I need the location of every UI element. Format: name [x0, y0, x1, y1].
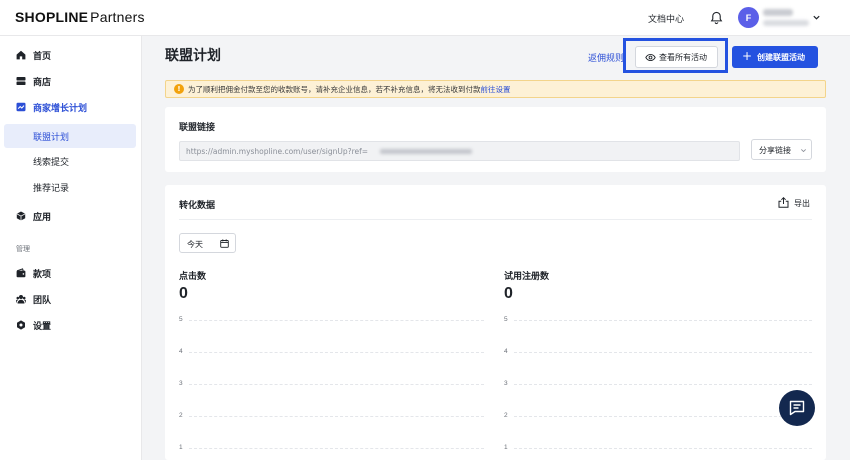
- section-label-manage: 管理: [16, 245, 30, 253]
- sidebar-item-label: 线索提交: [33, 157, 70, 168]
- sidebar-item-referral-records[interactable]: 推荐记录: [0, 175, 142, 199]
- chart-gridline: [189, 352, 484, 353]
- conversion-data-title: 转化数据: [179, 201, 216, 211]
- settings-icon: [17, 320, 25, 330]
- redacted-user-name: [763, 9, 793, 16]
- warning-icon: !: [174, 84, 184, 94]
- y-tick-label: 5: [179, 316, 183, 323]
- notice-text: 为了顺利把佣金付款至您的收款账号，请补充企业信息，若不补充信息，将无法收到付款: [188, 85, 481, 94]
- sidebar-item-label: 设置: [33, 321, 52, 332]
- plus-icon: +: [742, 49, 753, 63]
- y-tick-label: 4: [504, 348, 508, 355]
- sidebar-item-label: 推荐记录: [33, 183, 70, 194]
- warning-notice: ! 为了顺利把佣金付款至您的收款账号，请补充企业信息，若不补充信息，将无法收到付…: [165, 80, 826, 98]
- create-campaign-button[interactable]: + 创建联盟活动: [732, 46, 818, 68]
- view-all-campaigns-label: 查看所有活动: [659, 53, 707, 62]
- sidebar-item-affiliate-plan[interactable]: 联盟计划: [4, 124, 136, 148]
- team-icon: [16, 295, 26, 304]
- sidebar-item-payments[interactable]: 款项: [0, 261, 142, 285]
- chart-gridline: [514, 352, 812, 353]
- chevron-down-icon: [801, 149, 806, 153]
- redacted-user-email: [763, 20, 809, 26]
- shopline-partners-logo[interactable]: SHOPLINE Partners: [15, 9, 145, 25]
- sidebar-item-team[interactable]: 团队: [0, 287, 142, 311]
- app-cube-icon: [16, 211, 26, 221]
- affiliate-link-card: 联盟链接 https://admin.myshopline.com/user/s…: [165, 107, 826, 172]
- chart-gridline: [189, 384, 484, 385]
- trial-signups-metric-value: 0: [504, 285, 513, 302]
- avatar[interactable]: F: [738, 7, 759, 28]
- create-campaign-label: 创建联盟活动: [757, 53, 805, 62]
- chat-icon: [789, 400, 805, 416]
- affiliate-link-value: https://admin.myshopline.com/user/signUp…: [186, 147, 369, 156]
- redacted-ref-code: [380, 149, 472, 154]
- calendar-icon: [220, 239, 229, 248]
- notice-message: 为了顺利把佣金付款至您的收款账号，请补充企业信息，若不补充信息，将无法收到付款前…: [188, 84, 511, 95]
- trial-signups-metric-label: 试用注册数: [504, 272, 550, 282]
- sidebar-item-store[interactable]: 商店: [0, 69, 142, 93]
- docs-center-link[interactable]: 文档中心: [648, 12, 684, 25]
- logo-light-text: Partners: [90, 9, 145, 25]
- bell-icon[interactable]: [710, 11, 723, 25]
- share-link-dropdown[interactable]: 分享链接: [751, 139, 812, 160]
- home-icon: [16, 50, 26, 60]
- clicks-metric-value: 0: [179, 285, 188, 302]
- chart-gridline: [189, 416, 484, 417]
- affiliate-link-field[interactable]: https://admin.myshopline.com/user/signUp…: [179, 141, 740, 161]
- affiliate-link-title: 联盟链接: [179, 123, 216, 133]
- y-tick-label: 5: [504, 316, 508, 323]
- logo-bold-text: SHOPLINE: [15, 9, 89, 25]
- chart-gridline: [189, 448, 484, 449]
- y-tick-label: 2: [179, 412, 183, 419]
- sidebar-item-home[interactable]: 首页: [0, 43, 142, 67]
- clicks-metric-label: 点击数: [179, 272, 207, 282]
- sidebar-item-lead-submission[interactable]: 线索提交: [0, 149, 142, 173]
- y-tick-label: 3: [179, 380, 183, 387]
- chat-support-button[interactable]: [779, 390, 815, 426]
- chart-gridline: [189, 320, 484, 321]
- sidebar-item-label: 首页: [33, 51, 52, 62]
- y-tick-label: 2: [504, 412, 508, 419]
- chart-gridline: [514, 448, 812, 449]
- y-tick-label: 1: [504, 444, 508, 451]
- top-bar: SHOPLINE Partners 文档中心 F: [0, 0, 850, 36]
- commission-rules-link[interactable]: 返佣规则: [588, 51, 624, 64]
- card-divider: [179, 219, 812, 220]
- conversion-data-card: 转化数据 导出 今天 点击数 0 试用注册数 0 5 4 3 2 1 5 4 3 2 1: [165, 185, 826, 460]
- sidebar: 首页 商店 商家增长计划 联盟计划 线索提交 推荐记录 应用 管理 款项 团队 …: [0, 36, 142, 460]
- sidebar-item-settings[interactable]: 设置: [0, 313, 142, 337]
- store-icon: [16, 77, 26, 85]
- chart-gridline: [514, 416, 812, 417]
- sidebar-item-label: 应用: [33, 212, 52, 223]
- y-tick-label: 3: [504, 380, 508, 387]
- sidebar-item-apps[interactable]: 应用: [0, 204, 142, 228]
- growth-chart-icon: [16, 102, 26, 112]
- sidebar-item-label: 商店: [33, 77, 52, 88]
- sidebar-item-label: 团队: [33, 295, 52, 306]
- eye-icon: [645, 53, 656, 62]
- user-account-info[interactable]: [763, 8, 809, 30]
- chart-gridline: [514, 320, 812, 321]
- date-filter-value: 今天: [187, 240, 203, 249]
- share-link-label: 分享链接: [759, 146, 791, 155]
- go-to-settings-link[interactable]: 前往设置: [481, 85, 511, 94]
- chart-gridline: [514, 384, 812, 385]
- y-tick-label: 4: [179, 348, 183, 355]
- page-title: 联盟计划: [165, 48, 221, 64]
- chevron-down-icon[interactable]: [812, 13, 821, 22]
- sidebar-item-label: 商家增长计划: [33, 103, 88, 114]
- view-all-campaigns-button[interactable]: 查看所有活动: [635, 46, 718, 68]
- sidebar-item-growth-plan[interactable]: 商家增长计划: [0, 95, 142, 119]
- export-label: 导出: [794, 199, 810, 208]
- sidebar-item-label: 款项: [33, 269, 52, 280]
- sidebar-item-label: 联盟计划: [33, 132, 70, 143]
- export-icon: [778, 197, 789, 208]
- y-tick-label: 1: [179, 444, 183, 451]
- date-filter-select[interactable]: 今天: [179, 233, 236, 253]
- wallet-icon: [16, 268, 26, 278]
